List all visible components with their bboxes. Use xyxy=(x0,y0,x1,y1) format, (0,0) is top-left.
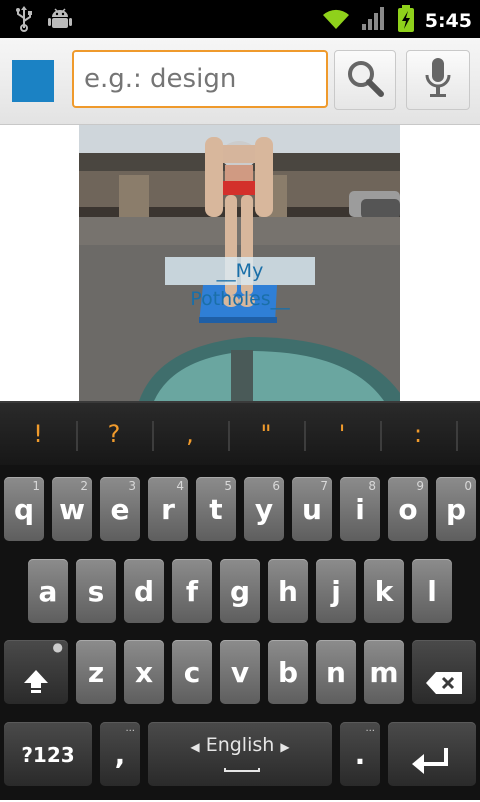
soft-keyboard: 1q 2w 3e 4r 5t 6y 7u 8i 9o 0p a s d f g … xyxy=(0,465,480,800)
key-c[interactable]: c xyxy=(172,640,212,704)
enter-key[interactable] xyxy=(388,722,476,786)
key-g[interactable]: g xyxy=(220,559,260,623)
key-b[interactable]: b xyxy=(268,640,308,704)
backspace-key[interactable] xyxy=(412,640,476,704)
search-bar xyxy=(0,38,480,125)
key-d[interactable]: d xyxy=(124,559,164,623)
search-icon xyxy=(345,58,385,102)
signal-icon xyxy=(361,6,387,36)
chevron-left-icon: ◀ xyxy=(190,740,200,754)
key-o[interactable]: 9o xyxy=(388,477,428,541)
enter-icon xyxy=(410,736,454,802)
search-input[interactable] xyxy=(72,50,328,108)
key-f[interactable]: f xyxy=(172,559,212,623)
comma-key[interactable]: , ... xyxy=(100,722,140,786)
suggestion-bar: ! ? , " ' : xyxy=(0,401,480,465)
key-l[interactable]: l xyxy=(412,559,452,623)
key-h[interactable]: h xyxy=(268,559,308,623)
key-x[interactable]: x xyxy=(124,640,164,704)
key-u[interactable]: 7u xyxy=(292,477,332,541)
status-bar: 5:45 xyxy=(0,0,480,38)
key-v[interactable]: v xyxy=(220,640,260,704)
suggestion-double-quote[interactable]: " xyxy=(228,403,304,465)
search-button[interactable] xyxy=(334,50,396,110)
chevron-right-icon: ▶ xyxy=(280,740,290,754)
space-key[interactable]: ◀ English ▶ xyxy=(148,722,332,786)
android-debug-icon xyxy=(48,6,72,36)
key-k[interactable]: k xyxy=(364,559,404,623)
wifi-icon xyxy=(321,7,351,35)
key-n[interactable]: n xyxy=(316,640,356,704)
key-s[interactable]: s xyxy=(76,559,116,623)
key-r[interactable]: 4r xyxy=(148,477,188,541)
key-y[interactable]: 6y xyxy=(244,477,284,541)
photo-caption[interactable]: __My Potholes__ xyxy=(165,257,315,310)
pothole-photo[interactable]: __My Potholes__ xyxy=(79,125,400,401)
divider xyxy=(456,421,458,451)
key-e[interactable]: 3e xyxy=(100,477,140,541)
period-key[interactable]: . ... xyxy=(340,722,380,786)
key-p[interactable]: 0p xyxy=(436,477,476,541)
key-a[interactable]: a xyxy=(28,559,68,623)
symbols-key[interactable]: ?123 xyxy=(4,722,92,786)
suggestion-comma[interactable]: , xyxy=(152,403,228,465)
key-q[interactable]: 1q xyxy=(4,477,44,541)
clock: 5:45 xyxy=(424,10,472,32)
key-t[interactable]: 5t xyxy=(196,477,236,541)
key-j[interactable]: j xyxy=(316,559,356,623)
key-i[interactable]: 8i xyxy=(340,477,380,541)
key-w[interactable]: 2w xyxy=(52,477,92,541)
shift-icon xyxy=(21,654,51,720)
language-label: English xyxy=(205,734,275,756)
backspace-icon xyxy=(424,654,464,720)
voice-search-button[interactable] xyxy=(406,50,470,110)
battery-charging-icon xyxy=(397,5,415,37)
space-bar-icon xyxy=(224,768,260,772)
app-icon[interactable] xyxy=(12,60,54,102)
shift-key[interactable]: ● xyxy=(4,640,68,704)
key-z[interactable]: z xyxy=(76,640,116,704)
microphone-icon xyxy=(424,57,452,103)
usb-icon xyxy=(14,6,34,36)
key-m[interactable]: m xyxy=(364,640,404,704)
content-area: __My Potholes__ xyxy=(0,125,480,401)
